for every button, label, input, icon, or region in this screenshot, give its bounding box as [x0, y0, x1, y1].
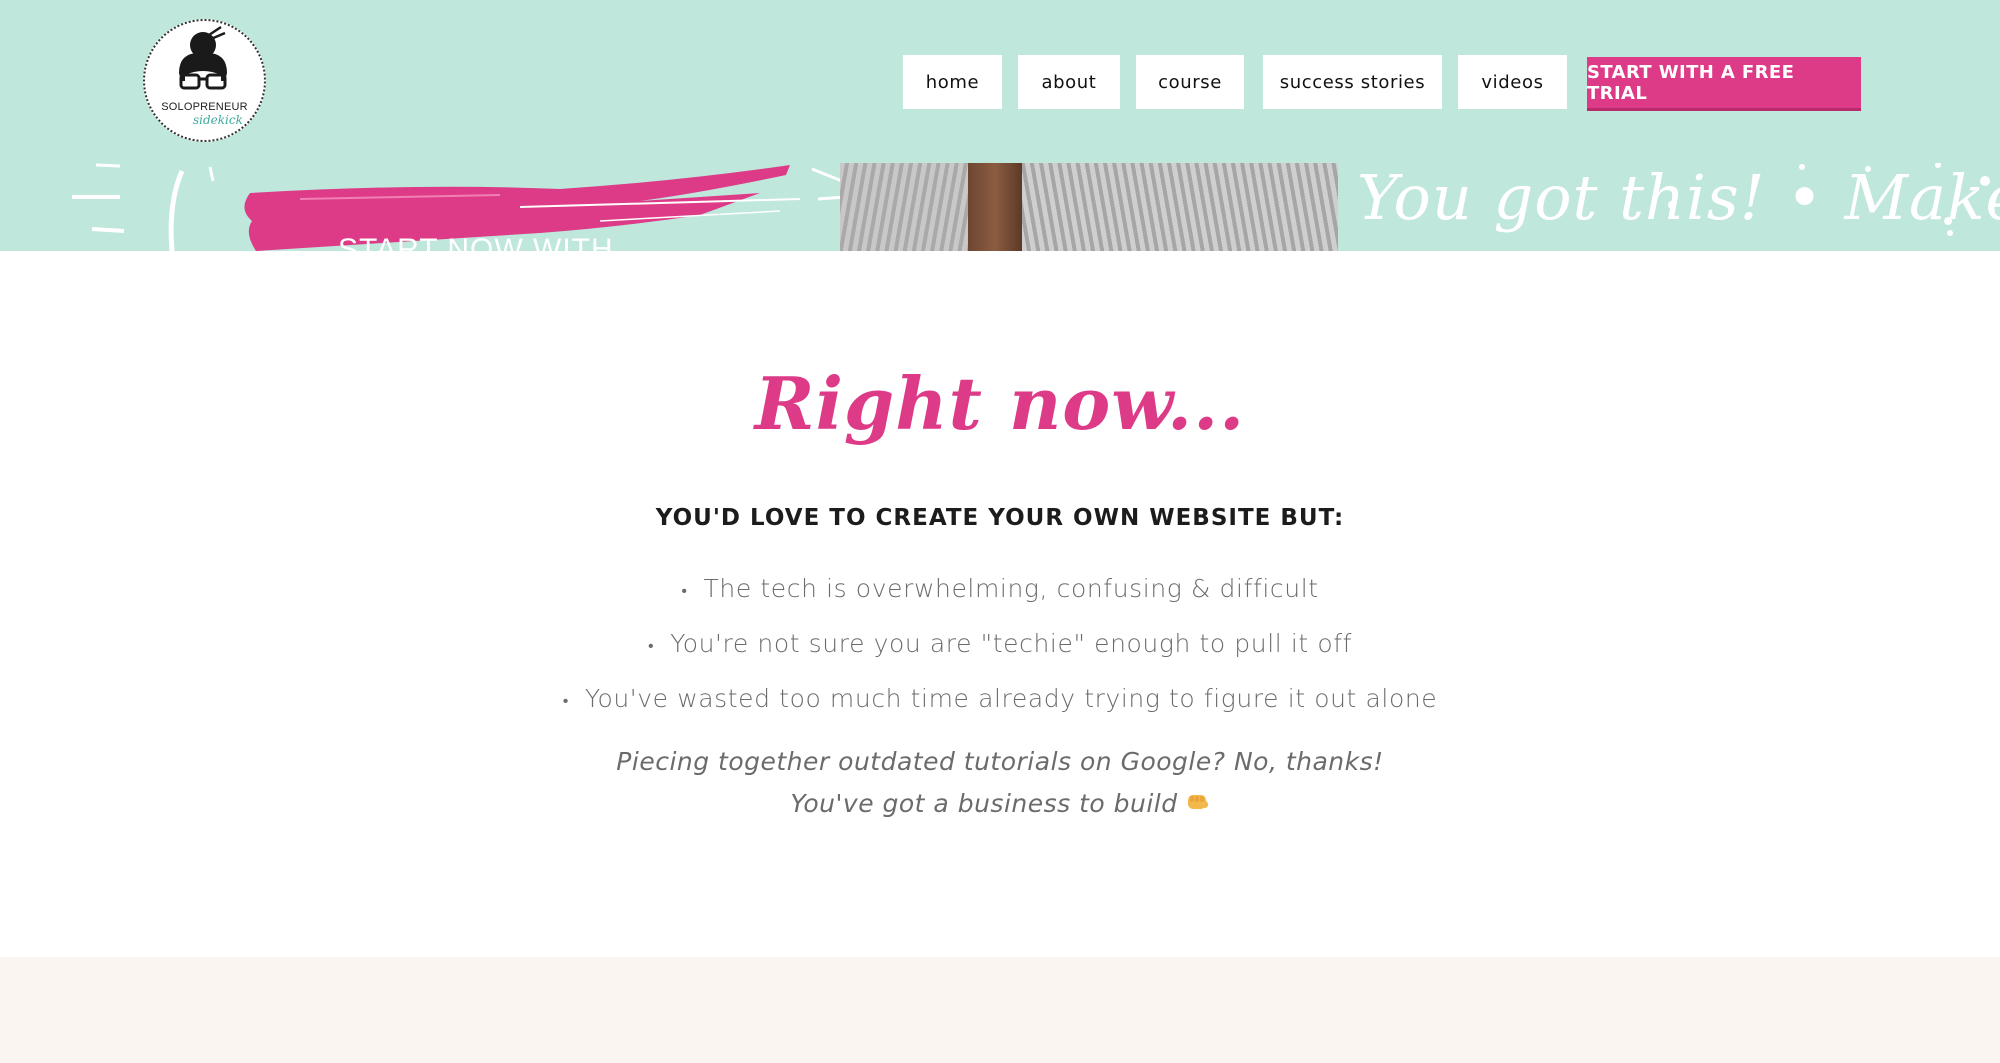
- pain-points-section: Right now... YOU'D LOVE TO CREATE YOUR O…: [0, 251, 2000, 957]
- logo-tagline: sidekick: [193, 113, 243, 127]
- pain-points-list: • The tech is overwhelming, confusing & d…: [0, 561, 2000, 726]
- list-item-text: You've wasted too much time already tryi…: [584, 684, 1438, 713]
- bullet-icon: •: [562, 690, 569, 710]
- fist-bump-icon: [1187, 795, 1208, 809]
- photo-sweater-right: [1022, 163, 1338, 251]
- list-item: • You've wasted too much time already try…: [0, 671, 2000, 726]
- free-trial-button[interactable]: START WITH A FREE TRIAL: [1587, 57, 1861, 111]
- hero-banner: START NOW WITH You got this! • Make your: [0, 163, 2000, 251]
- nav-videos[interactable]: videos: [1458, 55, 1567, 109]
- quote-line-2-text: You've got a business to build: [790, 789, 1178, 818]
- quote-line-2: You've got a business to build: [0, 783, 2000, 825]
- nav-home[interactable]: home: [903, 55, 1002, 109]
- list-item-text: You're not sure you are "techie" enough …: [670, 629, 1353, 658]
- photo-hair: [968, 163, 1022, 251]
- quote-line-1: Piecing together outdated tutorials on G…: [616, 747, 1384, 776]
- section-headline: Right now...: [754, 361, 1246, 446]
- section-subhead: YOU'D LOVE TO CREATE YOUR OWN WEBSITE BU…: [655, 505, 1345, 531]
- next-section-band: [0, 957, 2000, 1063]
- closing-quote: Piecing together outdated tutorials on G…: [0, 741, 2000, 825]
- site-header: SOLOPRENEUR sidekick home about course s…: [0, 0, 2000, 251]
- nav-success-stories[interactable]: success stories: [1263, 55, 1442, 109]
- hero-photo: [840, 163, 1338, 251]
- list-item: • You're not sure you are "techie" enough…: [0, 616, 2000, 671]
- logo-wordmark: SOLOPRENEUR: [161, 101, 248, 113]
- nav-course[interactable]: course: [1136, 55, 1244, 109]
- list-item-text: The tech is overwhelming, confusing & di…: [703, 574, 1319, 603]
- photo-sweater-left: [840, 163, 968, 251]
- hero-script-text: You got this! • Make your: [1357, 163, 2000, 234]
- nav-about[interactable]: about: [1018, 55, 1120, 109]
- bullet-icon: •: [681, 580, 688, 600]
- list-item: • The tech is overwhelming, confusing & d…: [0, 561, 2000, 616]
- site-logo[interactable]: SOLOPRENEUR sidekick: [143, 19, 266, 142]
- hero-start-now-text: START NOW WITH: [338, 233, 614, 251]
- bullet-icon: •: [647, 635, 655, 655]
